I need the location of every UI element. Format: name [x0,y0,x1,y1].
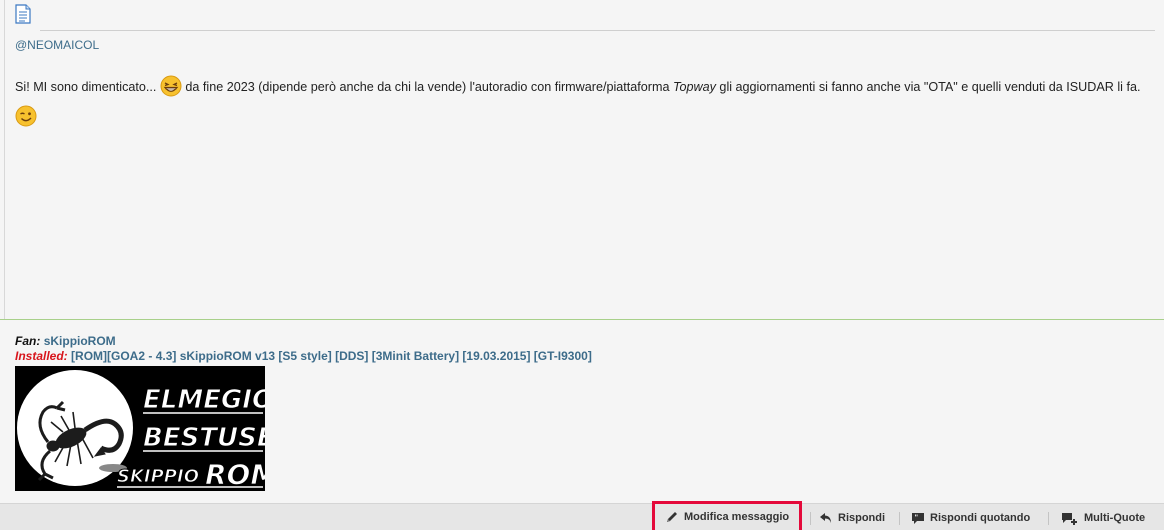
installed-link[interactable]: [ROM][GOA2 - 4.3] sKippioROM v13 [S5 sty… [71,349,592,363]
reply-quote-label: Rispondi quotando [930,512,1031,524]
wink-emoji-icon [15,105,37,127]
message-text-2: da fine 2023 (dipende però anche da chi … [185,80,673,94]
action-divider [1048,512,1049,525]
multi-quote-icon [1062,513,1077,525]
post-message: Si! MI sono dimenticato... da fine 2023 … [15,72,1155,132]
signature-fan-line: Fan: sKippioROM [15,334,592,349]
message-italic: Topway [672,80,716,94]
document-icon[interactable] [14,4,32,24]
user-mention[interactable]: @NEOMAICOL [15,38,99,52]
reply-quote-button[interactable]: " Rispondi quotando [911,507,1030,529]
fan-label: Fan: [15,334,41,348]
action-divider [810,512,811,525]
banner-text-4: ROM [205,458,265,491]
reply-label: Rispondi [838,512,886,524]
installed-label: Installed: [15,349,68,363]
quote-bubble-icon: " [912,513,924,524]
reply-button[interactable]: Rispondi [819,507,885,529]
edit-post-button[interactable]: Modifica messaggio [651,501,803,530]
message-text-1: Si! MI sono dimenticato... [15,80,157,94]
post-action-bar: Modifica messaggio Rispondi " Rispondi q… [0,501,1164,530]
edit-post-label: Modifica messaggio [684,511,790,523]
pencil-icon [667,512,677,522]
reply-arrow-icon [820,513,831,523]
banner-text-3: SKIPPIO [117,466,199,487]
banner-text-1: ELMEGIO [143,385,265,415]
signature-banner[interactable]: ELMEGIO BESTUSER SKIPPIO ROM [15,366,265,491]
action-divider [899,512,900,525]
signature: Fan: sKippioROM Installed: [ROM][GOA2 - … [15,334,592,364]
signature-installed-line: Installed: [ROM][GOA2 - 4.3] sKippioROM … [15,349,592,364]
fan-link[interactable]: sKippioROM [44,334,116,348]
laughing-emoji-icon [160,75,182,97]
post-header-divider [40,30,1155,31]
banner-text-2: BESTUSER [143,423,265,453]
multi-quote-label: Multi-Quote [1084,512,1146,524]
svg-text:": " [915,514,919,522]
message-text-3: gli aggiornamenti si fanno anche via "OT… [715,80,1141,94]
multi-quote-button[interactable]: Multi-Quote [1061,507,1145,529]
post-body: @NEOMAICOL Si! MI sono dimenticato... da… [0,0,1164,320]
signature-divider [0,319,1164,320]
